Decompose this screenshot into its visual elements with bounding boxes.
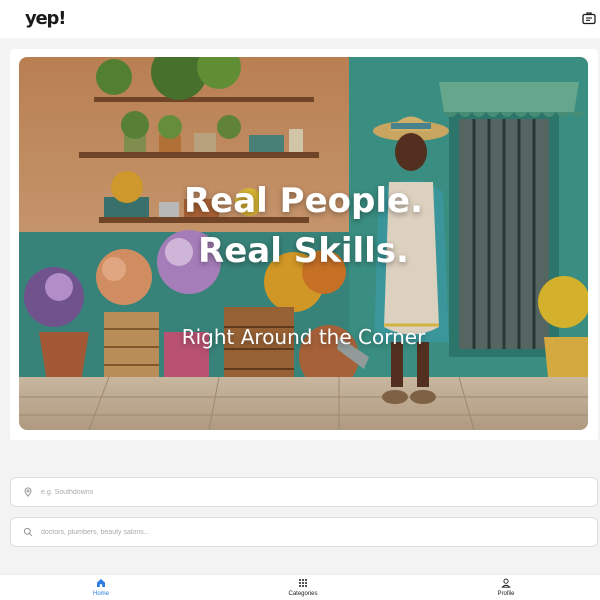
nav-label-profile: Profile [497, 591, 515, 597]
home-icon [97, 579, 105, 587]
hero-tagline: Right Around the Corner [181, 325, 426, 349]
search-input[interactable] [41, 518, 597, 546]
bottom-nav: Home Categories Profile [0, 574, 600, 600]
grid-icon [299, 579, 307, 587]
hero-headline-line2: Real Skills. [198, 231, 409, 271]
nav-item-profile[interactable]: Profile [471, 578, 541, 600]
nav-label-home: Home [92, 591, 109, 597]
search-field[interactable] [10, 517, 598, 547]
hero-banner-image: Real People. Real Skills. Right Around t… [19, 57, 588, 430]
nav-label-categories: Categories [288, 591, 318, 597]
briefcase-button[interactable] [582, 11, 596, 25]
brand-logo[interactable]: yep! [25, 8, 66, 29]
location-field[interactable] [10, 477, 598, 507]
search-icon [23, 527, 33, 537]
map-pin-icon [24, 487, 32, 497]
hero-headline-line1: Real People. [184, 181, 423, 221]
briefcase-icon [582, 12, 596, 25]
user-icon [501, 578, 511, 588]
nav-item-categories[interactable]: Categories [268, 578, 338, 600]
nav-item-home[interactable]: Home [66, 578, 136, 600]
top-bar: yep! [0, 0, 600, 38]
location-input[interactable] [41, 478, 597, 506]
